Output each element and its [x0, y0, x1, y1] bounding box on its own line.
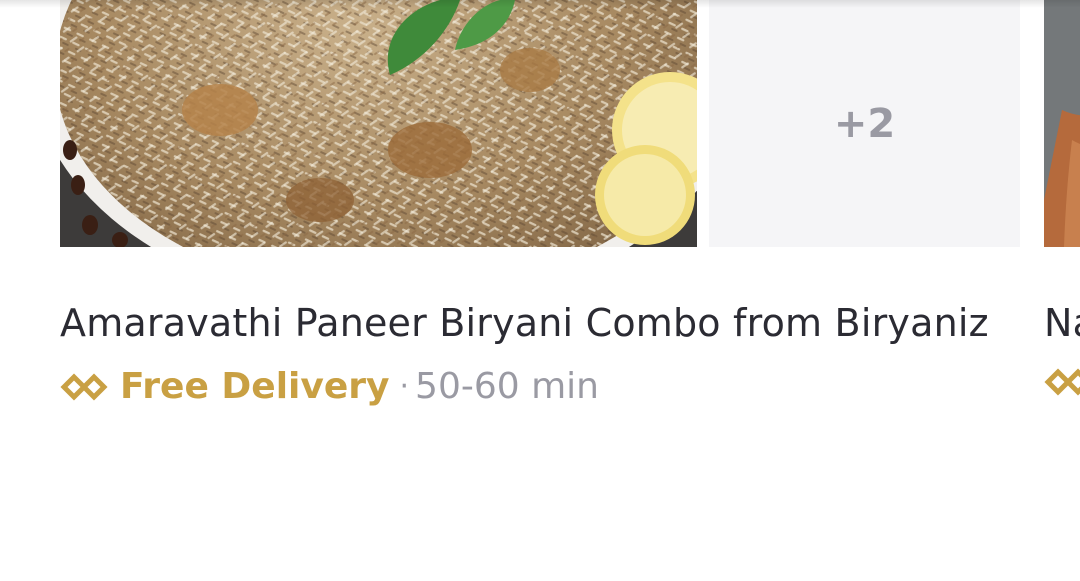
free-delivery-label: Free Delivery: [120, 366, 390, 407]
food-photo[interactable]: [60, 0, 697, 247]
item-media-next[interactable]: [1044, 0, 1080, 247]
item-card-next[interactable]: Na: [1044, 0, 1080, 396]
item-carousel[interactable]: +2 Amaravathi Paneer Biryani Combo from …: [0, 0, 1080, 581]
meta-separator: ·: [399, 369, 410, 404]
delivery-eta: 50-60 min: [415, 366, 599, 407]
item-title[interactable]: Amaravathi Paneer Biryani Combo from Bir…: [60, 301, 989, 345]
more-photos-count: +2: [833, 100, 896, 147]
food-photo-next[interactable]: [1044, 0, 1080, 247]
item-media[interactable]: +2: [60, 0, 1020, 247]
delivery-info: Free Delivery · 50-60 min: [60, 366, 599, 407]
item-card[interactable]: +2 Amaravathi Paneer Biryani Combo from …: [60, 0, 1020, 407]
diamond-chain-icon: [1044, 366, 1080, 398]
delivery-info-next: [1044, 366, 1080, 398]
header-shadow: [0, 0, 1080, 8]
diamond-chain-icon: [60, 371, 120, 403]
more-photos-tile[interactable]: +2: [709, 0, 1020, 247]
item-title-next[interactable]: Na: [1044, 301, 1080, 345]
